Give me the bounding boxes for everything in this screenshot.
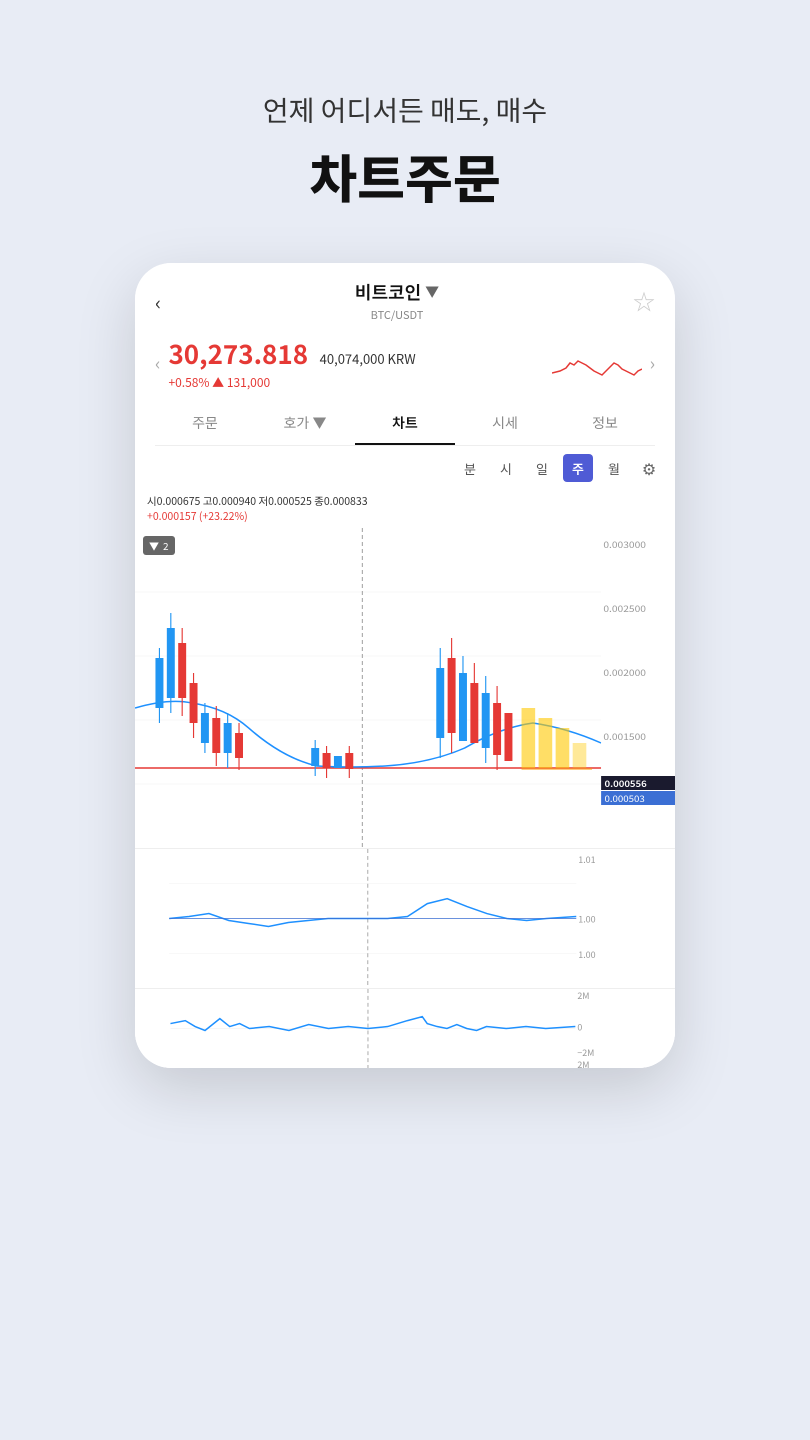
app-header: ‹ 비트코인 ▼ BTC/USDT ☆ ‹ 30,273.818 40,074,… — [135, 263, 675, 446]
subtitle: 언제 어디서든 매도, 매수 — [0, 90, 810, 130]
price-krw: 40,074,000 KRW — [320, 349, 416, 368]
tab-order[interactable]: 주문 — [155, 403, 255, 445]
app-nav-top: ‹ 비트코인 ▼ BTC/USDT ☆ — [155, 279, 655, 323]
price-row: ‹ 30,273.818 40,074,000 KRW +0.58% ▲ 131… — [155, 335, 655, 391]
title: 차트주문 — [0, 138, 810, 213]
favorite-button[interactable]: ☆ — [633, 285, 655, 317]
chart-stats-ohlc: 시0.000675 고0.000940 저0.000525 종0.000833 — [147, 494, 663, 509]
tab-info[interactable]: 정보 — [555, 403, 655, 445]
price-change: +0.58% ▲ 131,000 — [168, 374, 551, 391]
svg-text:0.001500: 0.001500 — [603, 730, 646, 743]
interval-min[interactable]: 분 — [455, 454, 485, 482]
indicator-panel: 1.01 1.00 1.00 — [135, 848, 675, 988]
price-info: 30,273.818 40,074,000 KRW +0.58% ▲ 131,0… — [168, 335, 551, 391]
tab-market[interactable]: 시세 — [455, 403, 555, 445]
price-nav-left[interactable]: ‹ — [155, 350, 168, 376]
interval-week[interactable]: 주 — [563, 454, 593, 482]
price-nav-right[interactable]: › — [642, 350, 655, 376]
header-section: 언제 어디서든 매도, 매수 차트주문 — [0, 0, 810, 263]
interval-day[interactable]: 일 — [527, 454, 557, 482]
svg-text:0.002500: 0.002500 — [603, 602, 646, 615]
chart-stats-change: +0.000157 (+23.22%) — [147, 509, 663, 524]
chart-settings-button[interactable]: ⚙ — [635, 454, 663, 482]
svg-text:1.01: 1.01 — [578, 853, 595, 866]
indicator-label[interactable]: ▼▼ 22 — [143, 536, 175, 555]
tab-chart[interactable]: 차트 — [355, 403, 455, 445]
tab-bar: 주문 호가 ▼ 차트 시세 정보 — [155, 403, 655, 446]
coin-name: 비트코인 — [355, 279, 421, 305]
interval-hour[interactable]: 시 — [491, 454, 521, 482]
chart-stats: 시0.000675 고0.000940 저0.000525 종0.000833 … — [135, 490, 675, 528]
back-button[interactable]: ‹ — [155, 287, 161, 316]
svg-text:2M: 2M — [577, 1058, 589, 1068]
phone-mockup: ‹ 비트코인 ▼ BTC/USDT ☆ ‹ 30,273.818 40,074,… — [135, 263, 675, 1068]
coin-pair: BTC/USDT — [355, 307, 439, 323]
svg-text:0: 0 — [577, 1020, 582, 1033]
svg-text:1.00: 1.00 — [578, 948, 595, 961]
interval-month[interactable]: 월 — [599, 454, 629, 482]
svg-text:0.000503: 0.000503 — [605, 792, 645, 805]
candlestick-chart[interactable]: 0.003000 0.002500 0.002000 0.001500 0.00… — [135, 528, 675, 848]
chart-area: 분 시 일 주 월 ⚙ 시0.000675 고0.000940 저0.00052… — [135, 446, 675, 1068]
coin-dropdown-icon[interactable]: ▼ — [425, 282, 439, 302]
coin-title: 비트코인 ▼ — [355, 279, 439, 305]
svg-text:2M: 2M — [577, 989, 589, 1002]
price-main: 30,273.818 — [168, 335, 308, 372]
tab-orderbook[interactable]: 호가 ▼ — [255, 403, 355, 445]
mini-sparkline — [552, 343, 642, 383]
svg-text:0.000556: 0.000556 — [605, 777, 647, 790]
interval-bar: 분 시 일 주 월 ⚙ — [135, 446, 675, 490]
svg-text:0.003000: 0.003000 — [603, 538, 646, 551]
svg-text:0.002000: 0.002000 — [603, 666, 646, 679]
volume-panel: 2M 0 −2M 2M — [135, 988, 675, 1068]
svg-text:1.00: 1.00 — [578, 912, 595, 925]
